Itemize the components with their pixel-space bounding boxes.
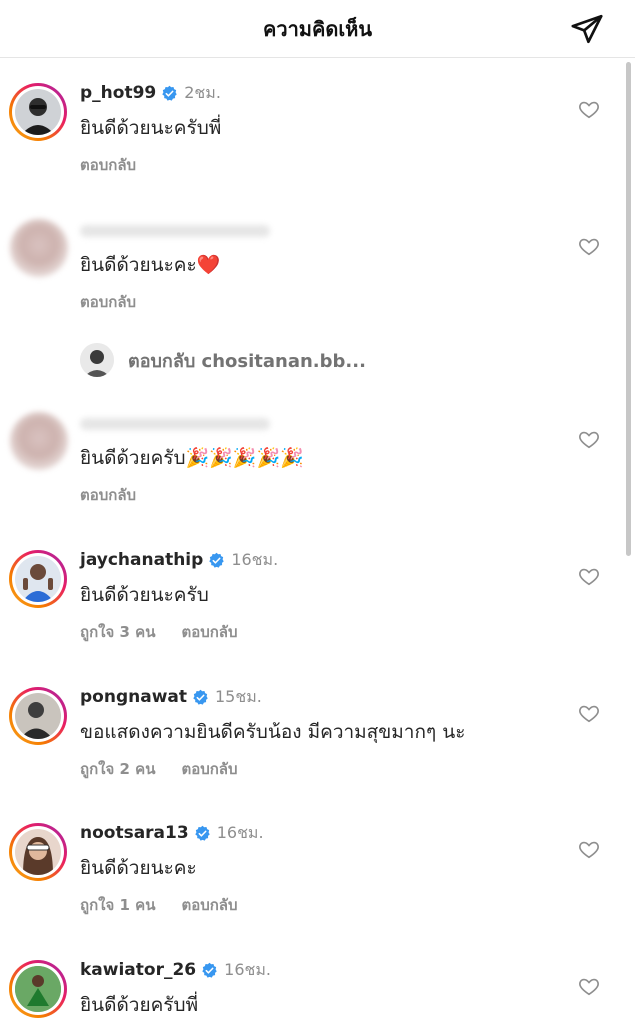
reply-button[interactable]: ตอบกลับ	[181, 620, 237, 644]
comment-item: ยินดีด้วยนะคะ❤️ ตอบกลับ	[0, 195, 635, 325]
comment-text: ยินดีด้วยนะคะ	[80, 857, 197, 879]
username[interactable]: p_hot99	[80, 83, 156, 103]
comment-text: ยินดีด้วยครับพี่	[80, 994, 199, 1016]
heart-emoji: ❤️	[196, 254, 221, 276]
reply-button[interactable]: ตอบกลับ	[80, 483, 136, 507]
verified-badge-icon	[161, 85, 178, 102]
comment-text: ยินดีด้วยนะครับพี่	[80, 117, 222, 139]
comment-meta: p_hot99 2ชม.	[80, 80, 221, 106]
like-count[interactable]: ถูกใจ 2 คน	[80, 757, 155, 781]
comment-time: 16ชม.	[231, 549, 279, 569]
page-title: ความคิดเห็น	[262, 17, 373, 41]
comment-text-body: ยินดีด้วยนะคะ	[80, 254, 197, 276]
reply-button[interactable]: ตอบกลับ	[181, 757, 237, 781]
comment-time: 2ชม.	[184, 82, 221, 102]
comment-meta: jaychanathip 16ชม.	[80, 547, 278, 573]
send-button[interactable]	[567, 9, 607, 49]
comment-text-body: ยินดีด้วยครับ	[80, 447, 186, 469]
comment-actions: ถูกใจ 2 คน ตอบกลับ	[80, 757, 264, 781]
avatar[interactable]	[9, 960, 67, 1018]
username[interactable]: pongnawat	[80, 687, 187, 707]
heart-outline-icon[interactable]	[578, 565, 600, 587]
comment-actions: ตอบกลับ	[80, 290, 162, 314]
comment-time: 16ชม.	[216, 822, 264, 842]
username[interactable]: kawiator_26	[80, 960, 196, 980]
avatar[interactable]	[9, 823, 67, 881]
heart-outline-icon[interactable]	[578, 428, 600, 450]
comment-item: pongnawat 15ชม. ขอแสดงความยินดีครับน้อง …	[0, 662, 635, 792]
comment-item: kawiator_26 16ชม. ยินดีด้วยครับพี่	[0, 935, 635, 1024]
comment-item: nootsara13 16ชม. ยินดีด้วยนะคะ ถูกใจ 1 ค…	[0, 798, 635, 928]
verified-badge-icon	[192, 689, 209, 706]
heart-outline-icon[interactable]	[578, 975, 600, 997]
comments-header: ความคิดเห็น	[0, 0, 635, 58]
avatar[interactable]	[9, 83, 67, 141]
comment-item: ยินดีด้วยครับ🎉🎉🎉🎉🎉 ตอบกลับ	[0, 388, 635, 518]
username[interactable]	[80, 225, 270, 237]
verified-badge-icon	[201, 962, 218, 979]
avatar[interactable]	[10, 412, 68, 470]
comment-actions: ถูกใจ 3 คน ตอบกลับ	[80, 620, 264, 644]
comment-actions: ตอบกลับ	[80, 153, 162, 177]
username[interactable]: nootsara13	[80, 823, 189, 843]
reply-button[interactable]: ตอบกลับ	[80, 290, 136, 314]
comment-text: ขอแสดงความยินดีครับน้อง มีความสุขมากๆ นะ	[80, 721, 466, 743]
verified-badge-icon	[208, 552, 225, 569]
avatar[interactable]	[9, 550, 67, 608]
paper-plane-icon	[571, 14, 603, 44]
comment-item: p_hot99 2ชม. ยินดีด้วยนะครับพี่ ตอบกลับ	[0, 58, 635, 188]
reply-button[interactable]: ตอบกลับ	[181, 893, 237, 917]
verified-badge-icon	[194, 825, 211, 842]
comment-meta: nootsara13 16ชม.	[80, 820, 264, 846]
like-count[interactable]: ถูกใจ 3 คน	[80, 620, 155, 644]
comment-meta: pongnawat 15ชม.	[80, 684, 262, 710]
comment-actions: ตอบกลับ	[80, 483, 162, 507]
heart-outline-icon[interactable]	[578, 838, 600, 860]
avatar[interactable]	[9, 687, 67, 745]
party-popper-emoji: 🎉🎉🎉🎉🎉	[185, 447, 304, 469]
avatar[interactable]	[10, 219, 68, 277]
comment-meta: kawiator_26 16ชม.	[80, 957, 271, 983]
heart-outline-icon[interactable]	[578, 235, 600, 257]
heart-outline-icon[interactable]	[578, 702, 600, 724]
comment-text: ยินดีด้วยนะครับ	[80, 584, 209, 606]
view-replies-button[interactable]: ตอบกลับ chositanan.bb...	[80, 342, 366, 378]
comment-text: ยินดีด้วยนะคะ❤️	[80, 250, 220, 280]
comment-time: 16ชม.	[224, 959, 271, 979]
username[interactable]	[80, 418, 270, 430]
comment-time: 15ชม.	[215, 686, 262, 706]
view-replies-label: ตอบกลับ chositanan.bb...	[128, 350, 366, 372]
comment-text: ยินดีด้วยครับ🎉🎉🎉🎉🎉	[80, 443, 304, 473]
comment-item: jaychanathip 16ชม. ยินดีด้วยนะครับ ถูกใจ…	[0, 525, 635, 655]
username[interactable]: jaychanathip	[80, 550, 203, 570]
reply-button[interactable]: ตอบกลับ	[80, 153, 136, 177]
reply-avatar	[80, 343, 114, 377]
heart-outline-icon[interactable]	[578, 98, 600, 120]
like-count[interactable]: ถูกใจ 1 คน	[80, 893, 155, 917]
comments-list: p_hot99 2ชม. ยินดีด้วยนะครับพี่ ตอบกลับ …	[0, 58, 635, 1024]
comment-actions: ถูกใจ 1 คน ตอบกลับ	[80, 893, 264, 917]
